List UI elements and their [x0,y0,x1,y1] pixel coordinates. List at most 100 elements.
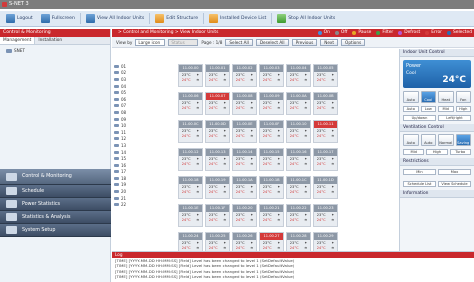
indoor-unit-tile[interactable]: 11.00.1E 23°C ✦ 24°C ≋ [178,204,203,227]
schedule-list-button[interactable]: Schedule List [403,181,436,187]
indoor-unit-tile[interactable]: 11.00.17 23°C ✦ 24°C ≋ [313,148,338,171]
unit-tree-item[interactable]: 05 [114,89,172,96]
nav-item-2[interactable]: Power Statistics [0,198,111,211]
unit-tree-item[interactable]: 10 [114,122,172,129]
mode-heat-button[interactable]: Heat [438,91,454,103]
unit-tree-item[interactable]: 21 [114,195,172,202]
unit-tree-item[interactable]: 01 [114,63,172,70]
mode-cool-button[interactable]: Cool [420,91,436,103]
power-toggle[interactable]: Power Cool 24°C [403,60,471,88]
fan-auto-button[interactable]: Auto [403,106,419,112]
indoor-unit-tile[interactable]: 11.00.0B 23°C ✦ 24°C ≋ [313,92,338,115]
indoor-unit-tile[interactable]: 11.00.0C 23°C ✦ 24°C ≋ [178,120,203,143]
unit-tree-item[interactable]: 17 [114,169,172,176]
indoor-unit-tile[interactable]: 11.00.02 23°C ✦ 24°C ≋ [232,64,257,87]
indoor-unit-tile[interactable]: 11.00.0A 23°C ✦ 24°C ≋ [286,92,311,115]
indoor-unit-tile[interactable]: 11.00.10 23°C ✦ 24°C ≋ [286,120,311,143]
unit-tree-item[interactable]: 16 [114,162,172,169]
indoor-unit-tile[interactable]: 11.00.1B 23°C ✦ 24°C ≋ [259,176,284,199]
unit-tree-item[interactable]: 15 [114,155,172,162]
mode-auto-button[interactable]: Auto [403,91,419,103]
indoor-unit-tile[interactable]: 11.00.19 23°C ✦ 24°C ≋ [205,176,230,199]
unit-tree-item[interactable]: 22 [114,201,172,208]
view-all-units-button[interactable]: View All Indoor Units [83,13,147,25]
indoor-unit-tile[interactable]: 11.00.01 23°C ✦ 24°C ≋ [205,64,230,87]
unit-tree-item[interactable]: 06 [114,96,172,103]
fullscreen-button[interactable]: Fullscreen [38,13,78,25]
restriction-max-button[interactable]: Max [438,169,471,175]
unit-tree-item[interactable]: 14 [114,149,172,156]
unit-tree-item[interactable]: 04 [114,83,172,90]
unit-tree-item[interactable]: 13 [114,142,172,149]
installed-device-list-button[interactable]: Installed Device List [206,13,269,25]
indoor-unit-tile[interactable]: 11.00.05 23°C ✦ 24°C ≋ [313,64,338,87]
indoor-unit-tile[interactable]: 11.00.14 23°C ✦ 24°C ≋ [232,148,257,171]
edit-structure-button[interactable]: Edit Structure [152,13,201,25]
unit-tree-item[interactable]: 03 [114,76,172,83]
select-all-button[interactable]: Select All [225,38,253,46]
unit-tree-item[interactable]: 09 [114,116,172,123]
previous-page-button[interactable]: Previous [291,38,318,46]
options-button[interactable]: Options [341,38,366,46]
indoor-unit-tile[interactable]: 11.00.12 23°C ✦ 24°C ≋ [178,148,203,171]
indoor-unit-tile[interactable]: 11.00.16 23°C ✦ 24°C ≋ [286,148,311,171]
indoor-unit-tile[interactable]: 11.00.09 23°C ✦ 24°C ≋ [259,92,284,115]
view-by-select[interactable]: Large icon [135,38,166,46]
vent-saving-button[interactable]: Saving [455,134,471,146]
unit-tree-item[interactable]: 11 [114,129,172,136]
indoor-unit-tile[interactable]: 11.00.15 23°C ✦ 24°C ≋ [259,148,284,171]
unit-tree-item[interactable]: 18 [114,175,172,182]
indoor-unit-tile[interactable]: 11.00.06 23°C ✦ 24°C ≋ [178,92,203,115]
unit-tree-item[interactable]: 07 [114,103,172,110]
vent-normal-button[interactable]: Normal [438,134,454,146]
next-page-button[interactable]: Next [320,38,339,46]
unit-tree-item[interactable]: 12 [114,136,172,143]
logout-button[interactable]: Logout [3,13,36,25]
tab-installation[interactable]: Installation [35,37,65,44]
unit-tree-item[interactable]: 20 [114,188,172,195]
nav-item-4[interactable]: System Setup [0,224,111,237]
restriction-min-button[interactable]: Min [403,169,436,175]
indoor-unit-tile[interactable]: 11.00.1A 23°C ✦ 24°C ≋ [232,176,257,199]
indoor-unit-tile[interactable]: 11.00.1C 23°C ✦ 24°C ≋ [286,176,311,199]
vent-auto-button[interactable]: Auto [403,134,419,146]
indoor-unit-tile[interactable]: 11.00.21 23°C ✦ 24°C ≋ [259,204,284,227]
fan-high-button[interactable]: High [455,106,471,112]
vent-auto2-button[interactable]: Auto [420,134,436,146]
mode-fan-button[interactable]: Fan [455,91,471,103]
indoor-unit-tile[interactable]: 11.00.08 23°C ✦ 24°C ≋ [232,92,257,115]
deselect-all-button[interactable]: Deselect All [255,38,289,46]
swing-updown-button[interactable]: Up/down [403,115,436,121]
indoor-unit-tile[interactable]: 11.00.04 23°C ✦ 24°C ≋ [286,64,311,87]
stop-all-units-button[interactable]: Stop All Indoor Units [274,13,338,25]
indoor-unit-tile[interactable]: 11.00.1F 23°C ✦ 24°C ≋ [205,204,230,227]
swing-leftright-button[interactable]: Left/right [438,115,471,121]
nav-item-1[interactable]: Schedule [0,185,111,198]
indoor-unit-tile[interactable]: 11.00.0D 23°C ✦ 24°C ≋ [205,120,230,143]
vent-mid-button[interactable]: Mid [403,149,425,155]
indoor-unit-tile[interactable]: 11.00.07 23°C ✦ 24°C ≋ [205,92,230,115]
unit-tree-item[interactable]: 08 [114,109,172,116]
tab-management[interactable]: Management [0,37,36,44]
nav-item-3[interactable]: Statistics & Analysis [0,211,111,224]
indoor-unit-tile[interactable]: 11.00.23 23°C ✦ 24°C ≋ [313,204,338,227]
indoor-unit-tile[interactable]: 11.00.20 23°C ✦ 24°C ≋ [232,204,257,227]
view-schedule-button[interactable]: View Schedule [438,181,471,187]
indoor-unit-tile[interactable]: 11.00.0F 23°C ✦ 24°C ≋ [259,120,284,143]
indoor-unit-tile[interactable]: 11.00.0E 23°C ✦ 24°C ≋ [232,120,257,143]
vent-high-button[interactable]: High [426,149,448,155]
indoor-unit-tile[interactable]: 11.00.13 23°C ✦ 24°C ≋ [205,148,230,171]
fan-mid-button[interactable]: Mid [438,106,454,112]
unit-tree-item[interactable]: 19 [114,182,172,189]
indoor-unit-tile[interactable]: 11.00.00 23°C ✦ 24°C ≋ [178,64,203,87]
vent-turbo-button[interactable]: Turbo [449,149,471,155]
indoor-unit-tile[interactable]: 11.00.11 23°C ✦ 24°C ≋ [313,120,338,143]
indoor-unit-tile[interactable]: 11.00.18 23°C ✦ 24°C ≋ [178,176,203,199]
nav-item-0[interactable]: Control & Monitoring [0,169,111,185]
fan-low-button[interactable]: Low [420,106,436,112]
indoor-unit-tile[interactable]: 11.00.22 23°C ✦ 24°C ≋ [286,204,311,227]
tree-root-item[interactable]: SNET [0,45,110,56]
indoor-unit-tile[interactable]: 11.00.03 23°C ✦ 24°C ≋ [259,64,284,87]
indoor-unit-tile[interactable]: 11.00.1D 23°C ✦ 24°C ≋ [313,176,338,199]
unit-tree-item[interactable]: 02 [114,70,172,77]
